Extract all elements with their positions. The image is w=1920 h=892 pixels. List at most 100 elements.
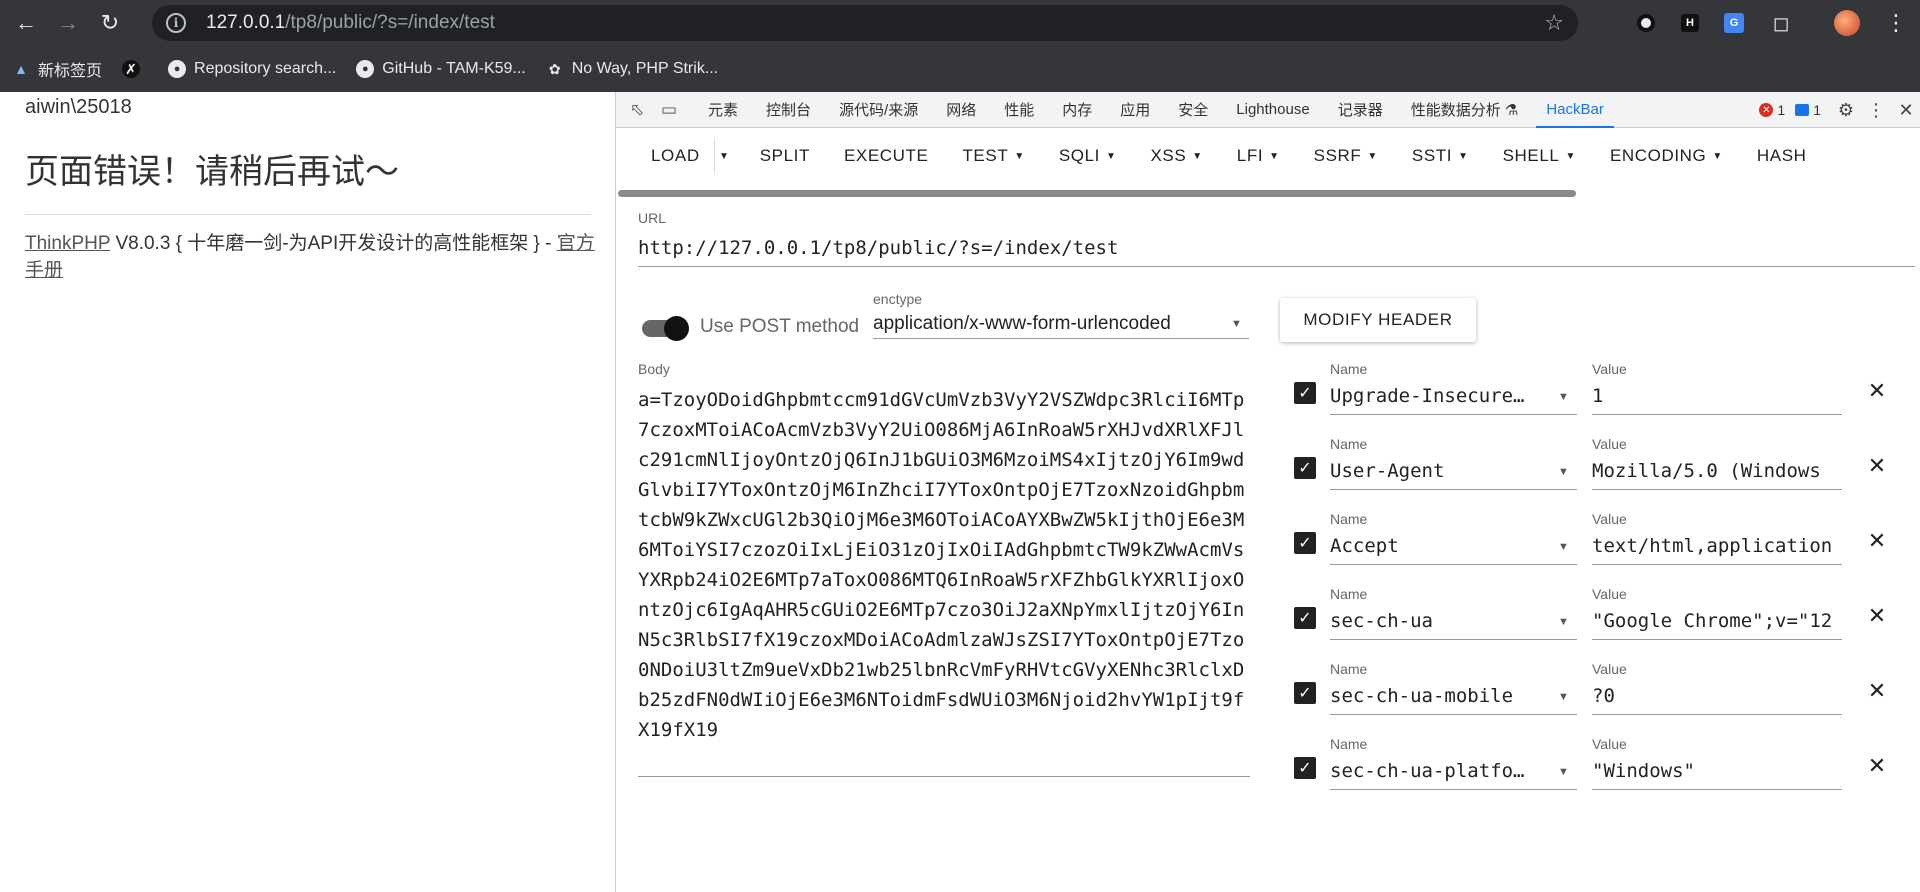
- chevron-down-icon[interactable]: ▼: [1558, 466, 1569, 478]
- chevron-down-icon[interactable]: ▼: [1558, 616, 1569, 628]
- chevron-down-icon[interactable]: ▼: [1558, 691, 1569, 703]
- tab-security[interactable]: 安全: [1178, 92, 1208, 128]
- chevron-down-icon: ▼: [1192, 150, 1203, 162]
- address-bar[interactable]: i 127.0.0.1/tp8/public/?s=/index/test ☆: [152, 5, 1578, 41]
- ssrf-menu[interactable]: SSRF ▼: [1314, 146, 1378, 166]
- tab-elements[interactable]: 元素: [708, 92, 738, 128]
- url-underline: [638, 266, 1915, 267]
- tab-hackbar[interactable]: HackBar: [1536, 92, 1614, 128]
- url-input[interactable]: http://127.0.0.1/tp8/public/?s=/index/te…: [638, 237, 1118, 259]
- sqli-menu[interactable]: SQLI ▼: [1059, 146, 1117, 166]
- close-icon[interactable]: ✕: [1866, 603, 1888, 628]
- devtools-tab-bar: ⬁ ▭ 元素 控制台 源代码/来源 网络 性能 内存 应用 安全 Lightho…: [616, 92, 1920, 128]
- header-name-input[interactable]: Accept: [1330, 535, 1530, 557]
- header-row: ✓ Name User-Agent ▼ Value Mozilla/5.0 (W…: [616, 422, 1920, 497]
- header-enabled-checkbox[interactable]: ✓: [1294, 382, 1316, 404]
- reload-button[interactable]: ↻: [94, 7, 126, 39]
- triangle-logo-icon: ▲: [14, 61, 28, 77]
- inspect-element-icon[interactable]: ⬁: [626, 99, 648, 121]
- settings-gear-icon[interactable]: ⚙: [1831, 95, 1861, 125]
- tab-performance-insights[interactable]: 性能数据分析 ⚗: [1411, 92, 1519, 128]
- tab-recorder[interactable]: 记录器: [1338, 92, 1383, 128]
- chevron-down-icon[interactable]: ▼: [1558, 391, 1569, 403]
- more-options-icon[interactable]: ⋮: [1861, 95, 1891, 125]
- header-value-input[interactable]: ?0: [1592, 685, 1842, 707]
- chevron-down-icon[interactable]: ▼: [1558, 766, 1569, 778]
- translate-extension-icon[interactable]: G: [1721, 10, 1747, 36]
- header-enabled-checkbox[interactable]: ✓: [1294, 457, 1316, 479]
- chevron-down-icon: ▼: [1458, 150, 1469, 162]
- close-icon[interactable]: ✕: [1866, 528, 1888, 553]
- header-enabled-checkbox[interactable]: ✓: [1294, 682, 1316, 704]
- load-button[interactable]: LOAD: [651, 146, 700, 166]
- chevron-down-icon[interactable]: ▼: [1231, 318, 1242, 330]
- split-button[interactable]: SPLIT: [760, 146, 810, 166]
- xss-menu[interactable]: XSS ▼: [1150, 146, 1202, 166]
- toolbar-scrollbar[interactable]: [618, 190, 1576, 197]
- message-icon: [1795, 104, 1810, 116]
- bookmark-star-icon[interactable]: ☆: [1544, 10, 1564, 36]
- tab-lighthouse[interactable]: Lighthouse: [1236, 92, 1309, 128]
- header-value-input[interactable]: text/html,application: [1592, 535, 1842, 557]
- tab-network[interactable]: 网络: [946, 92, 976, 128]
- header-value-input[interactable]: Mozilla/5.0 (Windows: [1592, 460, 1842, 482]
- encoding-menu[interactable]: ENCODING ▼: [1610, 146, 1723, 166]
- url-label: URL: [638, 210, 667, 226]
- extension-h-icon[interactable]: H: [1677, 10, 1703, 36]
- tab-memory[interactable]: 内存: [1062, 92, 1092, 128]
- site-info-icon[interactable]: i: [166, 13, 186, 33]
- header-name-input[interactable]: sec-ch-ua: [1330, 610, 1530, 632]
- extension-circle-icon[interactable]: [1633, 10, 1659, 36]
- bookmark-blank[interactable]: ✗: [122, 60, 148, 78]
- header-name-input[interactable]: sec-ch-ua-platform: [1330, 760, 1530, 782]
- tab-sources[interactable]: 源代码/来源: [839, 92, 918, 128]
- bookmark-new-tab[interactable]: ▲ 新标签页: [12, 57, 102, 81]
- shell-menu[interactable]: SHELL ▼: [1503, 146, 1576, 166]
- enctype-select[interactable]: application/x-www-form-urlencoded: [873, 313, 1171, 335]
- close-icon[interactable]: ✕: [1866, 378, 1888, 403]
- address-text[interactable]: 127.0.0.1/tp8/public/?s=/index/test: [206, 12, 495, 34]
- user-path: aiwin\25018: [25, 96, 132, 118]
- test-menu[interactable]: TEST ▼: [962, 146, 1024, 166]
- lfi-menu[interactable]: LFI ▼: [1237, 146, 1280, 166]
- header-enabled-checkbox[interactable]: ✓: [1294, 532, 1316, 554]
- profile-avatar[interactable]: [1834, 10, 1860, 36]
- extensions-puzzle-icon[interactable]: ◻: [1768, 10, 1794, 36]
- close-devtools-icon[interactable]: ✕: [1891, 95, 1920, 125]
- post-method-toggle[interactable]: [640, 312, 690, 344]
- device-toolbar-icon[interactable]: ▭: [658, 99, 680, 121]
- modify-header-button[interactable]: MODIFY HEADER: [1280, 298, 1476, 342]
- close-icon[interactable]: ✕: [1866, 753, 1888, 778]
- message-count-badge[interactable]: 1: [1795, 102, 1821, 118]
- ssti-menu[interactable]: SSTI ▼: [1412, 146, 1469, 166]
- header-value-input[interactable]: "Windows": [1592, 760, 1842, 782]
- close-icon[interactable]: ✕: [1866, 453, 1888, 478]
- bookmark-php-strike[interactable]: ✿ No Way, PHP Strik...: [546, 60, 718, 78]
- forward-button[interactable]: →: [52, 7, 84, 39]
- bookmark-repository-search[interactable]: ● Repository search...: [168, 60, 336, 78]
- header-enabled-checkbox[interactable]: ✓: [1294, 607, 1316, 629]
- chevron-down-icon: ▼: [1014, 150, 1025, 162]
- close-icon[interactable]: ✕: [1866, 678, 1888, 703]
- browser-menu-icon[interactable]: ⋮: [1883, 10, 1909, 36]
- tab-performance[interactable]: 性能: [1004, 92, 1034, 128]
- header-row: ✓ Name sec-ch-ua-platform ▼ Value "Windo…: [616, 722, 1920, 797]
- header-enabled-checkbox[interactable]: ✓: [1294, 757, 1316, 779]
- back-button[interactable]: ←: [10, 7, 42, 39]
- error-count-badge[interactable]: ✕ 1: [1759, 102, 1785, 118]
- divider: [25, 214, 591, 215]
- hash-menu[interactable]: HASH: [1757, 146, 1807, 166]
- execute-button[interactable]: EXECUTE: [844, 146, 929, 166]
- load-dropdown-icon[interactable]: ▼: [713, 138, 734, 174]
- header-name-input[interactable]: User-Agent: [1330, 460, 1530, 482]
- header-value-input[interactable]: 1: [1592, 385, 1842, 407]
- github-icon: ●: [356, 60, 375, 78]
- tab-application[interactable]: 应用: [1120, 92, 1150, 128]
- thinkphp-link[interactable]: ThinkPHP: [25, 233, 110, 254]
- header-name-input[interactable]: sec-ch-ua-mobile: [1330, 685, 1530, 707]
- header-name-input[interactable]: Upgrade-Insecure-Requests: [1330, 385, 1530, 407]
- header-value-input[interactable]: "Google Chrome";v="12: [1592, 610, 1842, 632]
- chevron-down-icon[interactable]: ▼: [1558, 541, 1569, 553]
- bookmark-github-tam[interactable]: ● GitHub - TAM-K59...: [356, 60, 526, 78]
- tab-console[interactable]: 控制台: [766, 92, 811, 128]
